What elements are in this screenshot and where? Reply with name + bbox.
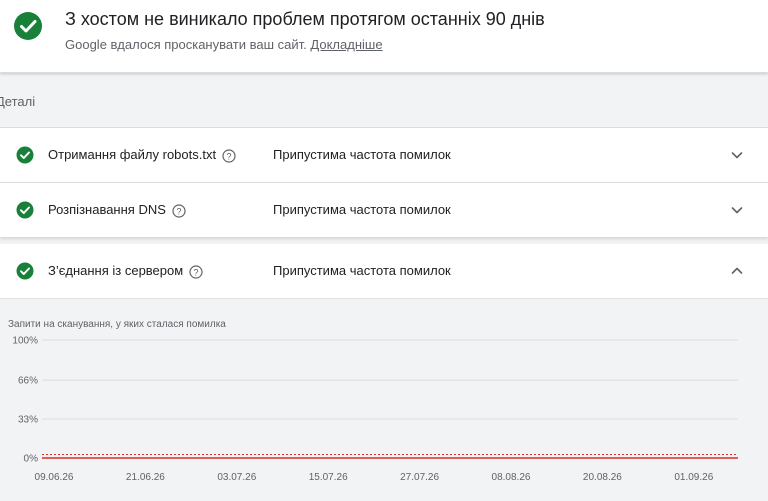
chevron-up-icon[interactable] [729, 263, 745, 279]
x-tick-label: 03.07.26 [217, 472, 256, 483]
summary-subtitle-line: Google вдалося просканувати ваш сайт. До… [65, 37, 383, 52]
svg-text:?: ? [194, 267, 199, 277]
detail-row-server-connection[interactable]: З’єднання із сервером? Припустима частот… [0, 244, 768, 298]
x-tick-label: 20.08.26 [583, 472, 622, 483]
check-circle-icon [14, 12, 42, 40]
x-tick-label: 15.07.26 [309, 472, 348, 483]
status-summary: З хостом не виникало проблем протягом ос… [0, 0, 768, 73]
y-tick-label: 66% [18, 376, 38, 387]
x-tick-label: 27.07.26 [400, 472, 439, 483]
y-tick-label: 0% [24, 454, 39, 465]
chevron-down-icon[interactable] [729, 147, 745, 163]
svg-text:?: ? [176, 206, 181, 216]
help-icon[interactable]: ? [189, 264, 203, 279]
detail-row-status: Припустима частота помилок [273, 202, 451, 217]
detail-row-robots[interactable]: Отримання файлу robots.txt? Припустима ч… [0, 127, 768, 182]
help-icon[interactable]: ? [172, 203, 186, 218]
detail-row-dns[interactable]: Розпізнавання DNS? Припустима частота по… [0, 182, 768, 237]
y-tick-label: 100% [12, 336, 38, 347]
chevron-down-icon[interactable] [729, 202, 745, 218]
detail-row-name: Отримання файлу robots.txt? [48, 147, 236, 163]
summary-title: З хостом не виникало проблем протягом ос… [65, 9, 545, 29]
learn-more-link[interactable]: Докладніше [310, 37, 382, 52]
detail-row-label: Отримання файлу robots.txt [48, 147, 217, 162]
chart-panel: Запити на сканування, у яких сталася пом… [0, 298, 768, 501]
x-tick-label: 21.06.26 [126, 472, 165, 483]
x-tick-label: 01.09.26 [674, 472, 713, 483]
detail-row-status: Припустима частота помилок [273, 147, 451, 162]
detail-row-label: Розпізнавання DNS [48, 202, 166, 217]
check-circle-icon [16, 262, 34, 280]
check-circle-icon [16, 146, 34, 164]
detail-row-label: З’єднання із сервером [48, 263, 184, 278]
check-circle-icon [16, 201, 34, 219]
detail-row-name: Розпізнавання DNS? [48, 202, 186, 218]
x-tick-label: 09.06.26 [35, 472, 74, 483]
svg-text:?: ? [227, 151, 232, 161]
y-tick-label: 33% [18, 415, 38, 426]
detail-row-name: З’єднання із сервером? [48, 263, 203, 279]
help-icon[interactable]: ? [222, 148, 236, 163]
details-heading: Деталі [0, 94, 36, 109]
detail-row-status: Припустима частота помилок [273, 263, 451, 278]
summary-subtitle: Google вдалося просканувати ваш сайт. [65, 37, 307, 52]
x-tick-label: 08.08.26 [492, 472, 531, 483]
error-rate-chart: 100% 66% 33% 0% 09.06.26 21.06.26 03.07.26 15.0… [12, 336, 738, 483]
